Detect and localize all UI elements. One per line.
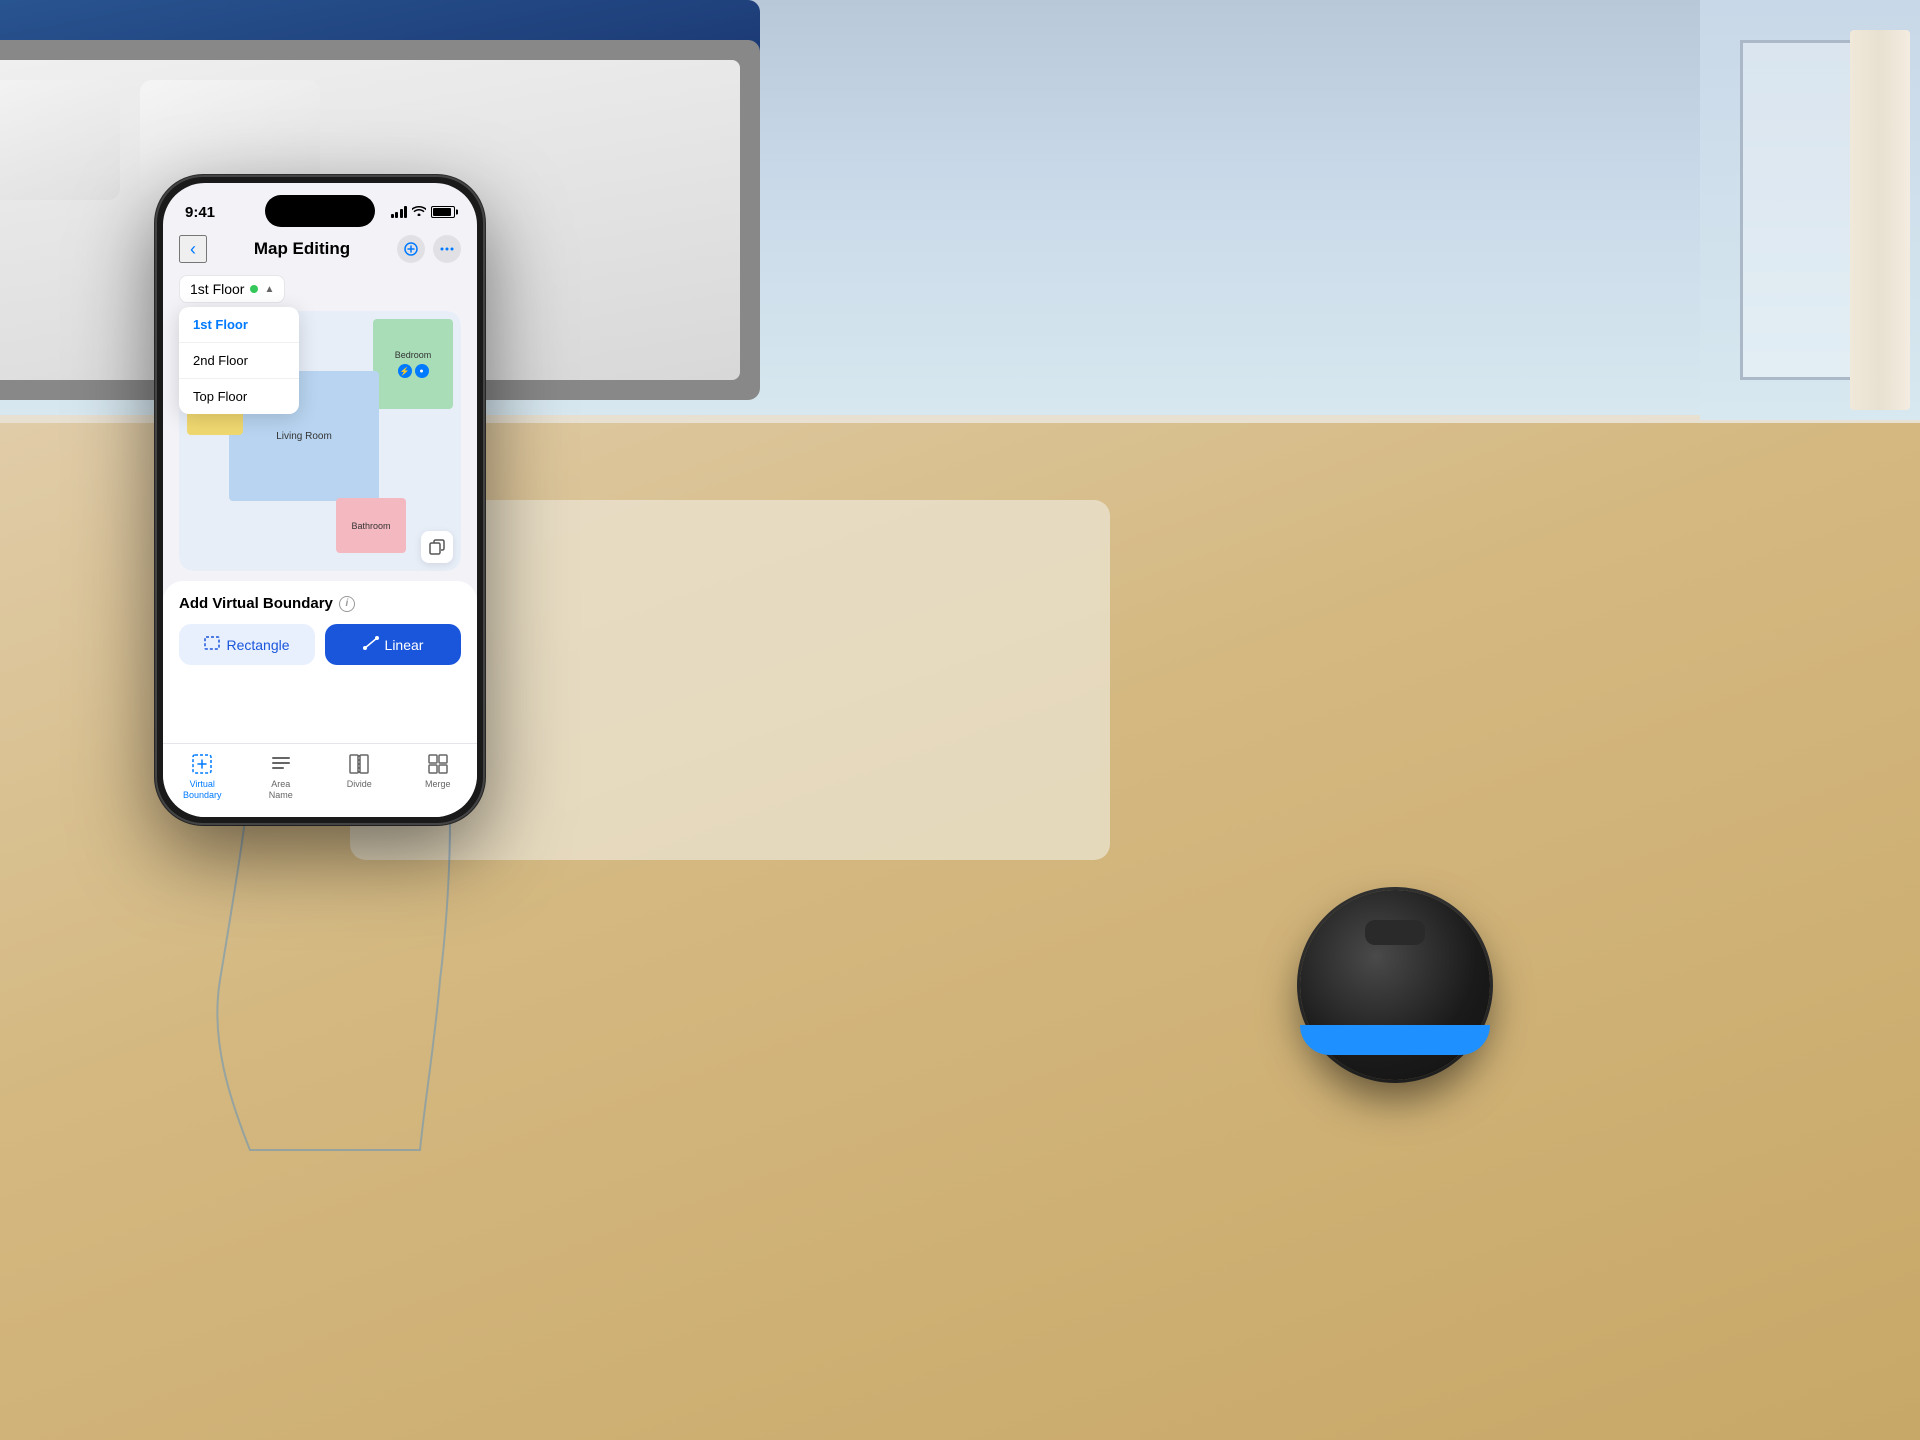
floor-selector-label: 1st Floor bbox=[190, 281, 244, 297]
phone-outer: 9:41 bbox=[155, 175, 485, 825]
nav-title: Map Editing bbox=[254, 239, 350, 259]
tab-area-name[interactable]: AreaName bbox=[251, 752, 311, 801]
linear-icon bbox=[363, 636, 379, 653]
linear-button[interactable]: Linear bbox=[325, 624, 461, 665]
phone-content: 9:41 bbox=[163, 183, 477, 817]
info-icon: i bbox=[339, 596, 355, 612]
boundary-buttons: Rectangle Linear bbox=[179, 624, 461, 665]
robot-lidar bbox=[1365, 920, 1425, 945]
floor-dropdown: 1st Floor 2nd Floor Top Floor bbox=[179, 307, 299, 414]
tab-merge[interactable]: Merge bbox=[408, 752, 468, 801]
boundary-title-text: Add Virtual Boundary bbox=[179, 595, 333, 612]
robot-marker: ● bbox=[415, 364, 429, 378]
floor-selector-button[interactable]: 1st Floor ▲ bbox=[179, 275, 285, 303]
area-name-tab-label: AreaName bbox=[269, 779, 293, 801]
status-icons bbox=[391, 205, 456, 219]
rectangle-button[interactable]: Rectangle bbox=[179, 624, 315, 665]
bedroom-label: Bedroom bbox=[395, 350, 432, 360]
floor-status-dot bbox=[250, 285, 258, 293]
floor-selector-wrapper: 1st Floor ▲ 1st Floor 2nd Floor Top Floo… bbox=[163, 271, 477, 311]
lightning-icon: ⚡ bbox=[400, 367, 410, 376]
battery-icon bbox=[431, 206, 455, 218]
tab-virtual-boundary[interactable]: VirtualBoundary bbox=[172, 752, 232, 801]
signal-bars-icon bbox=[391, 206, 408, 218]
bed-pillow-left bbox=[0, 80, 120, 200]
phone-screen: 9:41 bbox=[163, 183, 477, 817]
robot-stripe bbox=[1300, 1025, 1490, 1055]
tab-divide[interactable]: Divide bbox=[329, 752, 389, 801]
merge-icon bbox=[426, 752, 450, 776]
tab-bar: VirtualBoundary AreaName bbox=[163, 743, 477, 817]
linear-label: Linear bbox=[385, 637, 424, 653]
location-icon: ● bbox=[419, 368, 423, 375]
back-button[interactable]: ‹ bbox=[179, 235, 207, 263]
room-bathroom: Bathroom bbox=[336, 498, 406, 553]
bathroom-label: Bathroom bbox=[351, 521, 390, 531]
floor-option-3[interactable]: Top Floor bbox=[179, 379, 299, 414]
area-name-icon bbox=[269, 752, 293, 776]
dynamic-island bbox=[265, 195, 375, 227]
nav-bar: ‹ Map Editing bbox=[163, 227, 477, 271]
rectangle-label: Rectangle bbox=[226, 637, 289, 653]
wifi-icon bbox=[412, 205, 426, 219]
phone-mockup: 9:41 bbox=[155, 175, 485, 825]
map-copy-button[interactable] bbox=[421, 531, 453, 563]
divide-tab-label: Divide bbox=[347, 779, 372, 790]
virtual-boundary-icon bbox=[190, 752, 214, 776]
virtual-boundary-tab-label: VirtualBoundary bbox=[183, 779, 222, 801]
curtain bbox=[1850, 30, 1910, 410]
rectangle-icon bbox=[204, 636, 220, 653]
robot-body bbox=[1300, 890, 1490, 1080]
merge-tab-label: Merge bbox=[425, 779, 451, 790]
status-time: 9:41 bbox=[185, 204, 215, 221]
chevron-up-icon: ▲ bbox=[264, 284, 274, 295]
robot-vacuum bbox=[1300, 890, 1500, 1090]
nav-actions bbox=[397, 235, 461, 263]
add-virtual-boundary-title: Add Virtual Boundary i bbox=[179, 595, 461, 612]
floor-option-1[interactable]: 1st Floor bbox=[179, 307, 299, 343]
floor-option-2[interactable]: 2nd Floor bbox=[179, 343, 299, 379]
window-area bbox=[1700, 0, 1920, 420]
bottom-panel: Add Virtual Boundary i Rectangle bbox=[163, 581, 477, 743]
room-bedroom: Bedroom ⚡ ● bbox=[373, 319, 453, 409]
divide-icon bbox=[347, 752, 371, 776]
add-button[interactable] bbox=[397, 235, 425, 263]
living-room-label: Living Room bbox=[276, 431, 332, 442]
more-button[interactable] bbox=[433, 235, 461, 263]
robot-status-icon: ⚡ bbox=[398, 364, 412, 378]
